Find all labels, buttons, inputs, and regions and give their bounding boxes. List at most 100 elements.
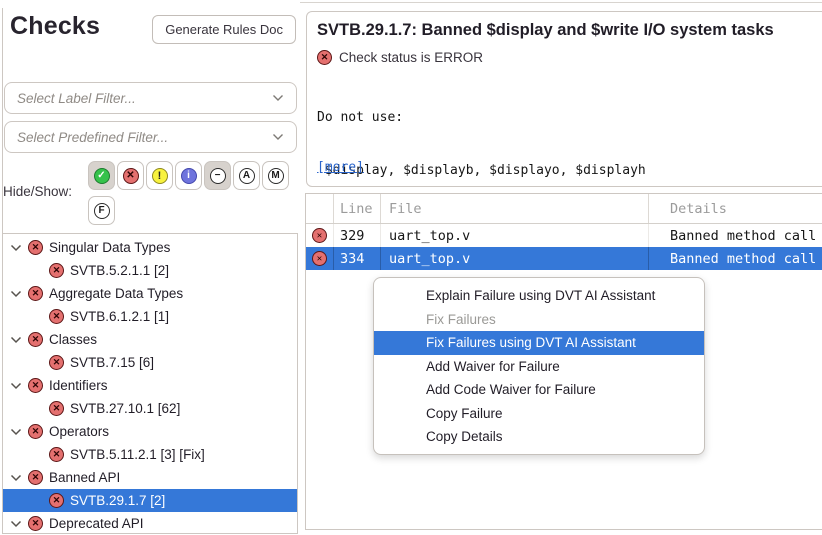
predefined-filter-select[interactable]: Select Predefined Filter... <box>4 121 297 153</box>
toggle-show-warnings-button[interactable]: ! <box>146 161 173 190</box>
minus-circle-icon: − <box>210 168 226 184</box>
error-icon: ✕ <box>49 263 64 278</box>
error-icon-cell: ✕ <box>306 224 333 247</box>
more-link[interactable]: [more] <box>317 160 364 175</box>
chevron-down-icon <box>272 128 284 146</box>
tree-item-label: SVTB.7.15 [6] <box>70 355 154 370</box>
context-menu: Explain Failure using DVT AI Assistant F… <box>373 277 705 455</box>
failure-line: 329 <box>333 224 380 247</box>
failure-row[interactable]: ✕ 329 uart_top.v Banned method call <box>306 224 822 247</box>
tree-item-label: Singular Data Types <box>49 240 170 255</box>
toggle-show-errors-button[interactable]: ✕ <box>117 161 144 190</box>
failure-details: Banned method call <box>648 224 822 247</box>
chevron-down-icon[interactable] <box>10 382 24 390</box>
tree-item-label: SVTB.27.10.1 [62] <box>70 401 180 416</box>
menu-item-fix-failures-ai[interactable]: Fix Failures using DVT AI Assistant <box>374 331 704 355</box>
chevron-down-icon[interactable] <box>10 428 24 436</box>
tree-item-identifiers[interactable]: ✕ Identifiers <box>3 374 297 397</box>
label-filter-select[interactable]: Select Label Filter... <box>4 82 297 114</box>
tree-item-operators[interactable]: ✕ Operators <box>3 420 297 443</box>
error-icon: ✕ <box>49 401 64 416</box>
error-icon: ✕ <box>28 424 43 439</box>
chevron-down-icon[interactable] <box>10 474 24 482</box>
error-icon: ✕ <box>312 251 327 266</box>
error-icon: ✕ <box>312 228 327 243</box>
tree-item-label: SVTB.6.1.2.1 [1] <box>70 309 169 324</box>
checks-panel: Checks Generate Rules Doc Select Label F… <box>0 0 300 535</box>
header-details: Details <box>648 194 822 223</box>
tree-item-banned-api[interactable]: ✕ Banned API <box>3 466 297 489</box>
tree-item-svtb-7-15[interactable]: ✕ SVTB.7.15 [6] <box>3 351 297 374</box>
description-line: $display, $displayb, $displayo, $display… <box>317 162 677 180</box>
failure-line: 334 <box>333 247 380 270</box>
info-icon: i <box>181 168 197 184</box>
check-status: ✕ Check status is ERROR <box>317 50 483 65</box>
menu-item-copy-failure[interactable]: Copy Failure <box>374 402 704 426</box>
toggle-show-m-button[interactable]: M <box>262 161 289 190</box>
tree-item-label: Operators <box>49 424 109 439</box>
menu-item-copy-details[interactable]: Copy Details <box>374 425 704 449</box>
hide-show-label: Hide/Show: <box>3 184 72 199</box>
check-status-text: Check status is ERROR <box>339 50 483 65</box>
chevron-down-icon[interactable] <box>10 520 24 528</box>
menu-item-explain-failure-ai[interactable]: Explain Failure using DVT AI Assistant <box>374 284 704 308</box>
error-icon: ✕ <box>49 355 64 370</box>
check-details-panel: SVTB.29.1.7: Banned $display and $write … <box>306 11 822 187</box>
generate-rules-doc-button[interactable]: Generate Rules Doc <box>152 15 296 44</box>
chevron-down-icon[interactable] <box>10 290 24 298</box>
error-icon: ✕ <box>28 286 43 301</box>
toggle-show-infos-button[interactable]: i <box>175 161 202 190</box>
circled-a-icon: A <box>239 168 255 184</box>
predefined-filter-placeholder: Select Predefined Filter... <box>17 130 272 145</box>
failure-file: uart_top.v <box>380 247 648 270</box>
error-icon: ✕ <box>28 470 43 485</box>
toggle-show-f-button[interactable]: F <box>88 196 115 225</box>
error-icon: ✕ <box>28 332 43 347</box>
error-icon: ✕ <box>28 516 43 531</box>
error-icon-cell: ✕ <box>306 247 333 270</box>
error-icon: ✕ <box>123 168 139 184</box>
error-icon: ✕ <box>28 378 43 393</box>
tree-item-label: Aggregate Data Types <box>49 286 183 301</box>
tree-item-label: SVTB.5.2.1.1 [2] <box>70 263 169 278</box>
header-file: File <box>380 194 648 223</box>
checks-header: Checks Generate Rules Doc <box>10 12 296 44</box>
circled-f-icon: F <box>94 203 110 219</box>
tree-item-svtb-5-2-1-1[interactable]: ✕ SVTB.5.2.1.1 [2] <box>3 259 297 282</box>
page-title: Checks <box>10 12 100 41</box>
toggle-show-notrun-button[interactable]: − <box>204 161 231 190</box>
tree-item-svtb-6-1-2-1[interactable]: ✕ SVTB.6.1.2.1 [1] <box>3 305 297 328</box>
chevron-down-icon[interactable] <box>10 336 24 344</box>
toggle-show-a-button[interactable]: A <box>233 161 260 190</box>
header-icon-column <box>306 194 333 223</box>
tree-item-label: SVTB.29.1.7 [2] <box>70 493 165 508</box>
label-filter-placeholder: Select Label Filter... <box>17 91 272 106</box>
check-icon: ✓ <box>94 168 110 184</box>
description-line: Do not use: <box>317 109 677 127</box>
tree-item-svtb-29-1-7[interactable]: ✕ SVTB.29.1.7 [2] <box>3 489 297 512</box>
menu-item-fix-failures: Fix Failures <box>374 308 704 332</box>
error-icon: ✕ <box>49 309 64 324</box>
failure-file: uart_top.v <box>380 224 648 247</box>
error-icon: ✕ <box>49 447 64 462</box>
checks-tree: ✕ Singular Data Types ✕ SVTB.5.2.1.1 [2]… <box>2 233 298 534</box>
tree-item-label: Identifiers <box>49 378 108 393</box>
tree-item-label: Deprecated API <box>49 516 144 531</box>
menu-item-add-code-waiver[interactable]: Add Code Waiver for Failure <box>374 378 704 402</box>
toggle-show-passed-button[interactable]: ✓ <box>88 161 115 190</box>
tree-item-svtb-27-10-1[interactable]: ✕ SVTB.27.10.1 [62] <box>3 397 297 420</box>
tree-item-singular-data-types[interactable]: ✕ Singular Data Types <box>3 236 297 259</box>
failure-row[interactable]: ✕ 334 uart_top.v Banned method call <box>306 247 822 270</box>
tree-item-svtb-5-11-2-1[interactable]: ✕ SVTB.5.11.2.1 [3] [Fix] <box>3 443 297 466</box>
tree-item-deprecated-api[interactable]: ✕ Deprecated API <box>3 512 297 534</box>
top-divider <box>300 2 822 3</box>
tree-item-label: Banned API <box>49 470 120 485</box>
chevron-down-icon[interactable] <box>10 244 24 252</box>
check-title: SVTB.29.1.7: Banned $display and $write … <box>317 21 822 40</box>
tree-item-classes[interactable]: ✕ Classes <box>3 328 297 351</box>
error-icon: ✕ <box>49 493 64 508</box>
tree-item-label: Classes <box>49 332 97 347</box>
header-line: Line <box>333 194 380 223</box>
tree-item-aggregate-data-types[interactable]: ✕ Aggregate Data Types <box>3 282 297 305</box>
menu-item-add-waiver[interactable]: Add Waiver for Failure <box>374 355 704 379</box>
